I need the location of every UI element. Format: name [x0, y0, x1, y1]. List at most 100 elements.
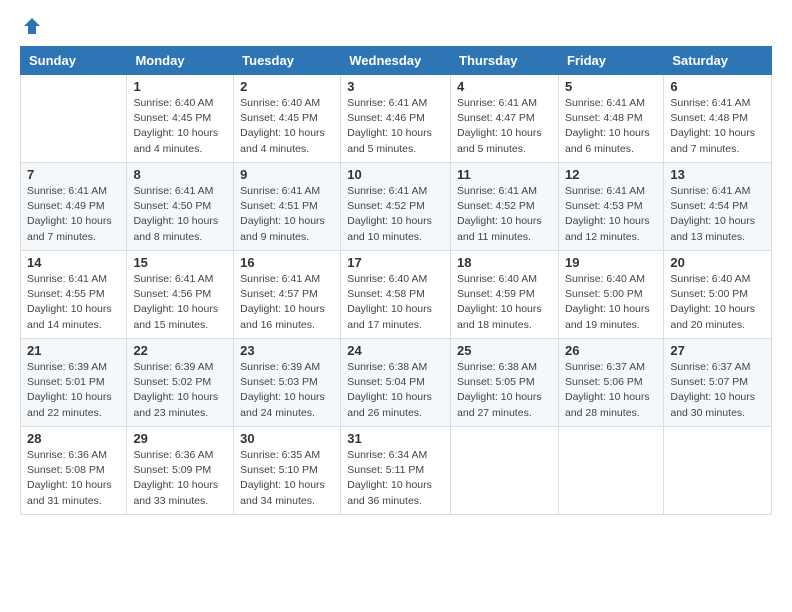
day-info: Sunrise: 6:39 AMSunset: 5:02 PMDaylight:…: [133, 360, 227, 421]
column-header-monday: Monday: [127, 47, 234, 75]
day-info: Sunrise: 6:41 AMSunset: 4:50 PMDaylight:…: [133, 184, 227, 245]
day-number: 6: [670, 79, 765, 94]
day-number: 28: [27, 431, 120, 446]
day-info: Sunrise: 6:41 AMSunset: 4:56 PMDaylight:…: [133, 272, 227, 333]
day-info: Sunrise: 6:36 AMSunset: 5:09 PMDaylight:…: [133, 448, 227, 509]
calendar-cell: 26Sunrise: 6:37 AMSunset: 5:06 PMDayligh…: [558, 339, 663, 427]
day-number: 31: [347, 431, 444, 446]
day-number: 5: [565, 79, 657, 94]
calendar-cell: 9 Sunrise: 6:41 AMSunset: 4:51 PMDaylight…: [234, 163, 341, 251]
day-info: Sunrise: 6:40 AMSunset: 4:45 PMDaylight:…: [133, 96, 227, 157]
calendar-cell: 1 Sunrise: 6:40 AMSunset: 4:45 PMDaylight…: [127, 75, 234, 163]
day-info: Sunrise: 6:38 AMSunset: 5:04 PMDaylight:…: [347, 360, 444, 421]
day-info: Sunrise: 6:41 AMSunset: 4:49 PMDaylight:…: [27, 184, 120, 245]
day-number: 12: [565, 167, 657, 182]
day-info: Sunrise: 6:39 AMSunset: 5:01 PMDaylight:…: [27, 360, 120, 421]
day-info: Sunrise: 6:37 AMSunset: 5:06 PMDaylight:…: [565, 360, 657, 421]
logo: [20, 16, 42, 36]
day-number: 4: [457, 79, 552, 94]
calendar-cell: 25 Sunrise: 6:38 AMSunset: 5:05 PMDayligh…: [451, 339, 559, 427]
calendar-cell: [558, 427, 663, 515]
day-number: 11: [457, 167, 552, 182]
day-number: 10: [347, 167, 444, 182]
column-header-saturday: Saturday: [664, 47, 772, 75]
calendar-cell: 22 Sunrise: 6:39 AMSunset: 5:02 PMDayligh…: [127, 339, 234, 427]
day-info: Sunrise: 6:40 AMSunset: 4:45 PMDaylight:…: [240, 96, 334, 157]
calendar-week-row: 1 Sunrise: 6:40 AMSunset: 4:45 PMDaylight…: [21, 75, 772, 163]
day-info: Sunrise: 6:41 AMSunset: 4:48 PMDaylight:…: [565, 96, 657, 157]
calendar-cell: 28Sunrise: 6:36 AMSunset: 5:08 PMDayligh…: [21, 427, 127, 515]
calendar-cell: 8 Sunrise: 6:41 AMSunset: 4:50 PMDaylight…: [127, 163, 234, 251]
page: SundayMondayTuesdayWednesdayThursdayFrid…: [0, 0, 792, 525]
calendar-week-row: 14 Sunrise: 6:41 AMSunset: 4:55 PMDayligh…: [21, 251, 772, 339]
calendar-cell: 30 Sunrise: 6:35 AMSunset: 5:10 PMDayligh…: [234, 427, 341, 515]
day-info: Sunrise: 6:38 AMSunset: 5:05 PMDaylight:…: [457, 360, 552, 421]
calendar-cell: 21 Sunrise: 6:39 AMSunset: 5:01 PMDayligh…: [21, 339, 127, 427]
column-header-tuesday: Tuesday: [234, 47, 341, 75]
day-number: 15: [133, 255, 227, 270]
day-info: Sunrise: 6:40 AMSunset: 4:58 PMDaylight:…: [347, 272, 444, 333]
calendar-cell: [451, 427, 559, 515]
calendar-cell: 3 Sunrise: 6:41 AMSunset: 4:46 PMDaylight…: [341, 75, 451, 163]
calendar-cell: 17 Sunrise: 6:40 AMSunset: 4:58 PMDayligh…: [341, 251, 451, 339]
day-number: 18: [457, 255, 552, 270]
calendar-cell: 12Sunrise: 6:41 AMSunset: 4:53 PMDayligh…: [558, 163, 663, 251]
day-info: Sunrise: 6:41 AMSunset: 4:48 PMDaylight:…: [670, 96, 765, 157]
day-info: Sunrise: 6:41 AMSunset: 4:52 PMDaylight:…: [347, 184, 444, 245]
day-number: 30: [240, 431, 334, 446]
calendar-cell: 7Sunrise: 6:41 AMSunset: 4:49 PMDaylight…: [21, 163, 127, 251]
header: [20, 16, 772, 36]
calendar-week-row: 28Sunrise: 6:36 AMSunset: 5:08 PMDayligh…: [21, 427, 772, 515]
calendar-cell: [21, 75, 127, 163]
day-info: Sunrise: 6:39 AMSunset: 5:03 PMDaylight:…: [240, 360, 334, 421]
day-info: Sunrise: 6:34 AMSunset: 5:11 PMDaylight:…: [347, 448, 444, 509]
calendar-cell: 6 Sunrise: 6:41 AMSunset: 4:48 PMDaylight…: [664, 75, 772, 163]
calendar-cell: 23 Sunrise: 6:39 AMSunset: 5:03 PMDayligh…: [234, 339, 341, 427]
calendar-cell: 19Sunrise: 6:40 AMSunset: 5:00 PMDayligh…: [558, 251, 663, 339]
calendar-cell: 31 Sunrise: 6:34 AMSunset: 5:11 PMDayligh…: [341, 427, 451, 515]
day-info: Sunrise: 6:41 AMSunset: 4:51 PMDaylight:…: [240, 184, 334, 245]
day-number: 22: [133, 343, 227, 358]
day-number: 24: [347, 343, 444, 358]
day-info: Sunrise: 6:40 AMSunset: 4:59 PMDaylight:…: [457, 272, 552, 333]
calendar-cell: 20Sunrise: 6:40 AMSunset: 5:00 PMDayligh…: [664, 251, 772, 339]
day-number: 3: [347, 79, 444, 94]
day-number: 2: [240, 79, 334, 94]
calendar-week-row: 7Sunrise: 6:41 AMSunset: 4:49 PMDaylight…: [21, 163, 772, 251]
day-info: Sunrise: 6:41 AMSunset: 4:55 PMDaylight:…: [27, 272, 120, 333]
day-info: Sunrise: 6:35 AMSunset: 5:10 PMDaylight:…: [240, 448, 334, 509]
calendar-cell: 2 Sunrise: 6:40 AMSunset: 4:45 PMDaylight…: [234, 75, 341, 163]
day-info: Sunrise: 6:41 AMSunset: 4:52 PMDaylight:…: [457, 184, 552, 245]
day-info: Sunrise: 6:40 AMSunset: 5:00 PMDaylight:…: [670, 272, 765, 333]
day-number: 23: [240, 343, 334, 358]
calendar-cell: 24 Sunrise: 6:38 AMSunset: 5:04 PMDayligh…: [341, 339, 451, 427]
column-header-friday: Friday: [558, 47, 663, 75]
calendar-cell: 4 Sunrise: 6:41 AMSunset: 4:47 PMDaylight…: [451, 75, 559, 163]
logo-icon: [22, 16, 42, 36]
day-number: 17: [347, 255, 444, 270]
calendar-cell: 13Sunrise: 6:41 AMSunset: 4:54 PMDayligh…: [664, 163, 772, 251]
day-number: 13: [670, 167, 765, 182]
day-info: Sunrise: 6:41 AMSunset: 4:57 PMDaylight:…: [240, 272, 334, 333]
column-header-sunday: Sunday: [21, 47, 127, 75]
day-number: 1: [133, 79, 227, 94]
day-number: 21: [27, 343, 120, 358]
calendar-cell: 18 Sunrise: 6:40 AMSunset: 4:59 PMDayligh…: [451, 251, 559, 339]
calendar-cell: 11 Sunrise: 6:41 AMSunset: 4:52 PMDayligh…: [451, 163, 559, 251]
day-number: 25: [457, 343, 552, 358]
calendar-week-row: 21 Sunrise: 6:39 AMSunset: 5:01 PMDayligh…: [21, 339, 772, 427]
day-info: Sunrise: 6:40 AMSunset: 5:00 PMDaylight:…: [565, 272, 657, 333]
column-header-wednesday: Wednesday: [341, 47, 451, 75]
day-info: Sunrise: 6:41 AMSunset: 4:46 PMDaylight:…: [347, 96, 444, 157]
day-number: 14: [27, 255, 120, 270]
calendar-cell: 29Sunrise: 6:36 AMSunset: 5:09 PMDayligh…: [127, 427, 234, 515]
day-number: 27: [670, 343, 765, 358]
calendar-table: SundayMondayTuesdayWednesdayThursdayFrid…: [20, 46, 772, 515]
calendar-cell: 14 Sunrise: 6:41 AMSunset: 4:55 PMDayligh…: [21, 251, 127, 339]
calendar-cell: 16Sunrise: 6:41 AMSunset: 4:57 PMDayligh…: [234, 251, 341, 339]
day-number: 9: [240, 167, 334, 182]
calendar-cell: 10 Sunrise: 6:41 AMSunset: 4:52 PMDayligh…: [341, 163, 451, 251]
calendar-cell: [664, 427, 772, 515]
day-info: Sunrise: 6:41 AMSunset: 4:47 PMDaylight:…: [457, 96, 552, 157]
day-number: 8: [133, 167, 227, 182]
